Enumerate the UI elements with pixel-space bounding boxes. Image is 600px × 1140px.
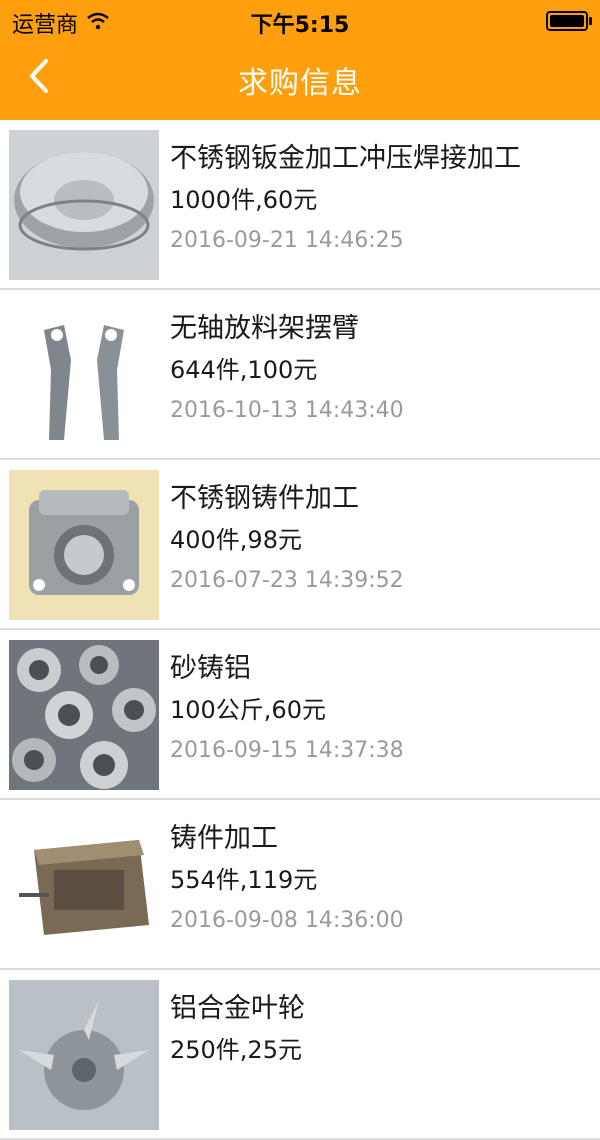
item-thumbnail [9, 130, 159, 280]
item-quantity-price: 1000件,60元 [170, 186, 318, 214]
nav-bar: 求购信息 [0, 40, 600, 120]
item-title: 无轴放料架摆臂 [170, 313, 359, 344]
item-thumbnail [9, 300, 159, 450]
battery-icon [546, 11, 592, 31]
item-date: 2016-10-13 14:43:40 [170, 398, 404, 423]
item-title: 砂铸铝 [170, 653, 251, 684]
item-date: 2016-07-23 14:39:52 [170, 568, 404, 593]
status-bar: 运营商 下午5:15 [0, 0, 600, 40]
item-title: 不锈钢钣金加工冲压焊接加工 [170, 143, 521, 174]
purchase-list: 不锈钢钣金加工冲压焊接加工 1000件,60元 2016-09-21 14:46… [0, 120, 600, 1140]
item-title: 不锈钢铸件加工 [170, 483, 359, 514]
page-title: 求购信息 [238, 66, 362, 101]
item-quantity-price: 554件,119元 [170, 866, 318, 894]
list-item[interactable]: 不锈钢铸件加工 400件,98元 2016-07-23 14:39:52 [0, 460, 600, 630]
list-item[interactable]: 砂铸铝 100公斤,60元 2016-09-15 14:37:38 [0, 630, 600, 800]
list-item[interactable]: 铝合金叶轮 250件,25元 [0, 970, 600, 1140]
list-item[interactable]: 不锈钢钣金加工冲压焊接加工 1000件,60元 2016-09-21 14:46… [0, 120, 600, 290]
item-thumbnail [9, 810, 159, 960]
item-date: 2016-09-08 14:36:00 [170, 908, 404, 933]
status-time: 下午5:15 [250, 13, 350, 38]
item-date: 2016-09-15 14:37:38 [170, 738, 404, 763]
list-item[interactable]: 无轴放料架摆臂 644件,100元 2016-10-13 14:43:40 [0, 290, 600, 460]
item-quantity-price: 100公斤,60元 [170, 696, 326, 724]
header: 运营商 下午5:15 求购信息 [0, 0, 600, 120]
item-date: 2016-09-21 14:46:25 [170, 228, 404, 253]
item-quantity-price: 400件,98元 [170, 526, 302, 554]
item-thumbnail [9, 980, 159, 1130]
item-title: 铸件加工 [170, 823, 278, 854]
item-quantity-price: 644件,100元 [170, 356, 318, 384]
item-quantity-price: 250件,25元 [170, 1036, 302, 1064]
item-title: 铝合金叶轮 [170, 993, 305, 1024]
list-item[interactable]: 铸件加工 554件,119元 2016-09-08 14:36:00 [0, 800, 600, 970]
item-thumbnail [9, 470, 159, 620]
item-thumbnail [9, 640, 159, 790]
